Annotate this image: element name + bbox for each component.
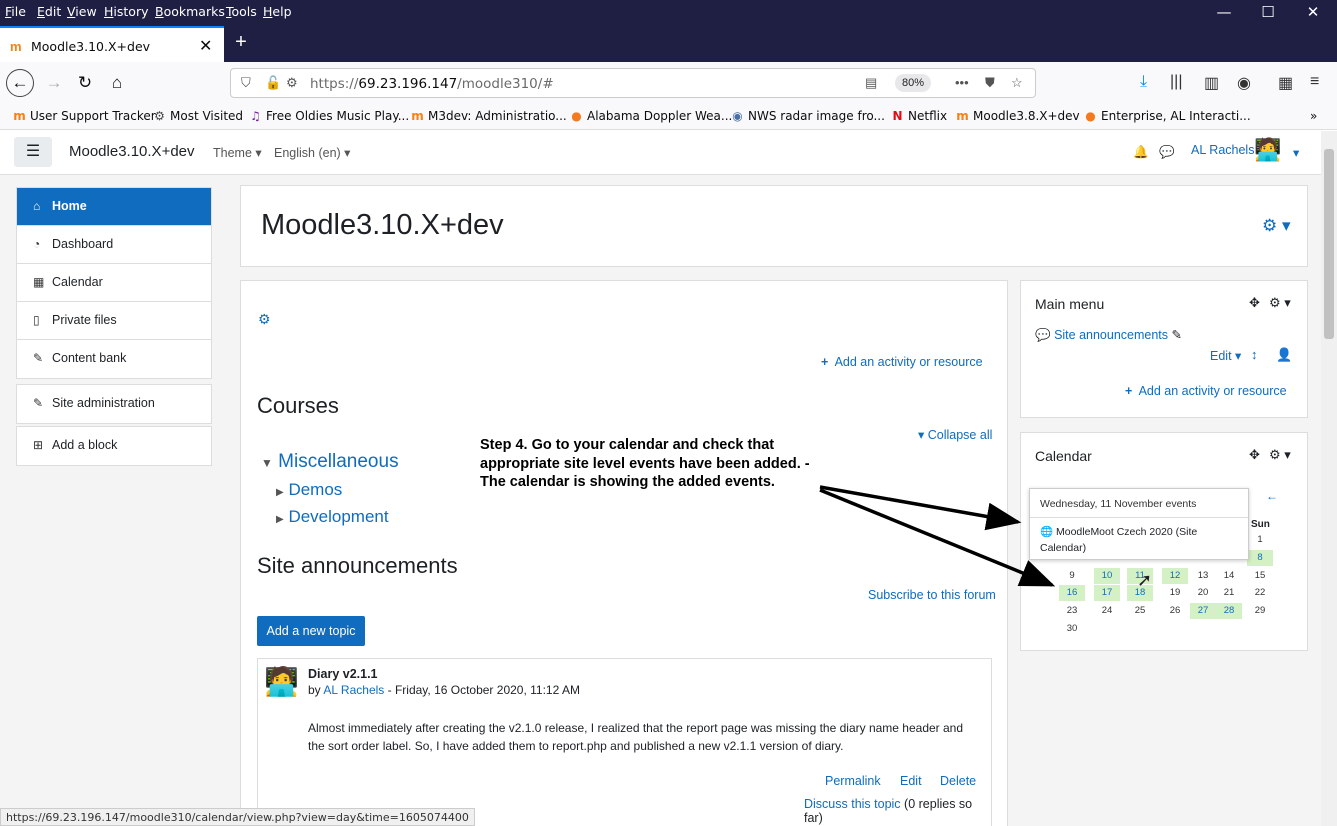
arrow-to-popup bbox=[819, 485, 1022, 531]
scrollbar-thumb[interactable] bbox=[1324, 149, 1334, 339]
annotation-arrows bbox=[819, 485, 1056, 587]
page-scrollbar[interactable] bbox=[1321, 131, 1337, 826]
mouse-pointer-icon: ➚ bbox=[1137, 570, 1153, 590]
arrow-to-events bbox=[819, 488, 1056, 587]
status-bar-url: https://69.23.196.147/moodle310/calendar… bbox=[0, 808, 475, 826]
